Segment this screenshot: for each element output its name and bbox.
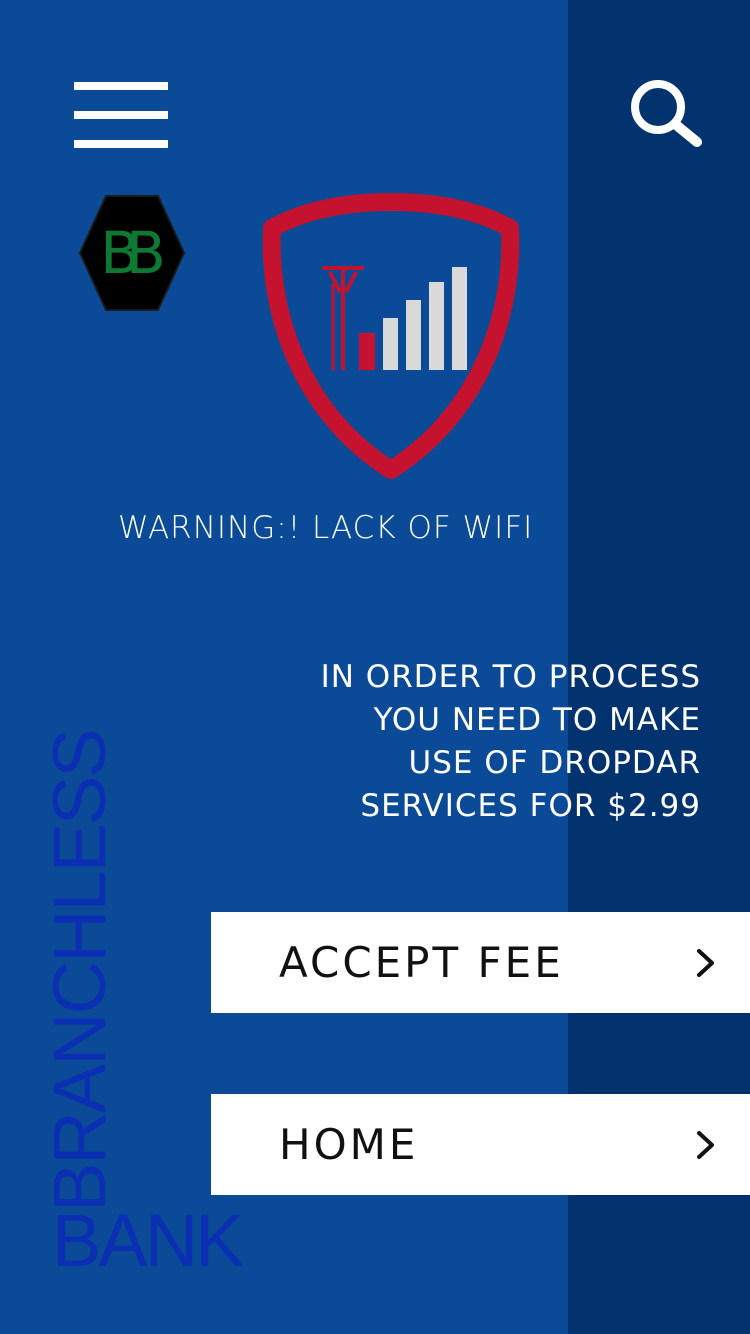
shield-signal-icon [260,192,522,482]
accept-fee-label: ACCEPT FEE [279,938,564,987]
fee-message-line: SERVICES FOR $2.99 [360,788,701,824]
fee-message-line: USE OF DROPDAR [408,745,701,781]
chevron-right-icon [697,1131,714,1159]
bb-logo-badge: BB [78,194,186,312]
menu-bar [74,140,168,148]
fee-message-line: IN ORDER TO PROCESS [320,659,701,695]
fee-message: IN ORDER TO PROCESS YOU NEED TO MAKE USE… [260,656,701,828]
badge-text: BB [100,219,166,287]
accept-fee-button[interactable]: ACCEPT FEE [211,912,750,1013]
home-button[interactable]: HOME [211,1094,750,1195]
menu-bar [74,111,168,119]
hamburger-menu-button[interactable] [74,82,168,148]
menu-bar [74,82,168,90]
chevron-right-icon [697,949,714,977]
search-icon [631,80,702,147]
warning-title: WARNING:! LACK OF WIFI [118,510,534,546]
brand-bank-text: BANK [52,1199,245,1282]
home-label: HOME [279,1120,419,1169]
search-button[interactable] [628,78,702,148]
fee-message-line: YOU NEED TO MAKE [373,702,701,738]
brand-branchless-text: BRANCHLESS [38,730,121,1212]
